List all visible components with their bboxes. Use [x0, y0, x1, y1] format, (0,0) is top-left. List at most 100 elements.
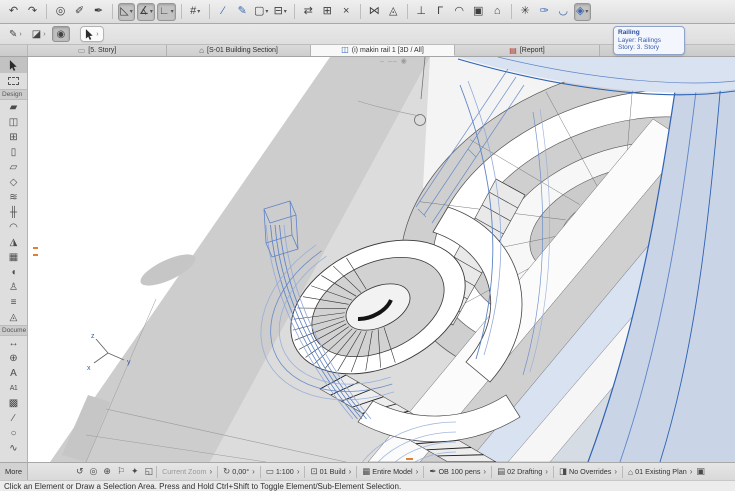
dimension-tool[interactable]: ↔	[0, 336, 27, 351]
toolbar-group: ∕✎▢▾⊟▾	[214, 3, 290, 21]
explode-button[interactable]: ✳	[517, 3, 534, 21]
element-info-tooltip: Railing Layer: Railings Story: 3. Story	[613, 26, 685, 55]
split-button[interactable]: ⋈	[366, 3, 383, 21]
lock-elements-button[interactable]: ⊟▾	[272, 3, 289, 21]
guide-line-button[interactable]: ∕	[215, 3, 232, 21]
label-tool[interactable]: A1	[0, 381, 27, 396]
snap-guides-button[interactable]: ◺▾	[118, 3, 135, 21]
3d-style-button[interactable]: ◈▾	[574, 3, 591, 21]
arrow-tool-button[interactable]: ›	[80, 26, 103, 42]
morph-smooth-button[interactable]: ◡	[555, 3, 572, 21]
structure-display-control[interactable]: ⊡01 Build›	[308, 466, 353, 477]
tab-report[interactable]: ▤[Report]	[455, 45, 600, 56]
markup-tools-button[interactable]: ✎›	[5, 26, 26, 42]
fit-in-window-icon[interactable]: ◱	[145, 467, 154, 476]
object-tool[interactable]: ♙	[0, 280, 27, 295]
tab-building-section[interactable]: ⌂[S-01 Building Section]	[167, 45, 311, 56]
curtain-wall-tool-icon: ▦	[9, 252, 18, 263]
arrow-tool[interactable]	[0, 57, 27, 73]
inject-parameters-button[interactable]: ✒	[90, 3, 107, 21]
rotation-control[interactable]: ↻0,00°›	[221, 466, 257, 477]
corner-tool-button[interactable]: Γ	[432, 3, 449, 21]
zoom-in-icon[interactable]: ⊕	[103, 467, 111, 476]
adjust-button[interactable]: ◬	[385, 3, 402, 21]
snap-construction-button[interactable]: ∟▾	[157, 3, 176, 21]
level-dimension-tool[interactable]: ⊕	[0, 351, 27, 366]
deselect-all-button[interactable]: ×	[338, 3, 355, 21]
layer-combination-label: 02 Drafting	[507, 467, 542, 476]
toolbox-more-button[interactable]: More	[0, 463, 28, 480]
bottombar-divider	[356, 466, 357, 478]
toolbar-separator	[112, 4, 113, 19]
partial-structure-control[interactable]: ▦Entire Model›	[360, 466, 420, 477]
move-transform-button[interactable]: ⇄	[300, 3, 317, 21]
scale-control[interactable]: ▭1:100›	[264, 466, 302, 477]
slab-tool[interactable]: ◇	[0, 175, 27, 190]
lock-elements-icon: ⊟	[274, 6, 283, 17]
curtain-wall-tool[interactable]: ▦	[0, 250, 27, 265]
mesh-tool-icon: ◮	[10, 237, 18, 248]
line-tool[interactable]: ∕	[0, 411, 27, 426]
door-tool[interactable]: ◫	[0, 115, 27, 130]
circle-tool[interactable]: ○	[0, 426, 27, 441]
paint-style-icon: ✑	[540, 6, 549, 17]
dropdown-caret-icon: ›	[96, 31, 98, 38]
beam-tool[interactable]: ▱	[0, 160, 27, 175]
toolbar-separator	[209, 4, 210, 19]
renovation-filter-control[interactable]: ⌂01 Existing Plan›	[626, 467, 694, 477]
figure-button[interactable]: ▣	[470, 3, 487, 21]
graphic-overrides-icon: ◨	[559, 466, 567, 477]
snap-points-button[interactable]: ∡▾	[137, 3, 155, 21]
zoom-box-icon[interactable]: ◎	[90, 467, 98, 476]
railing-tool[interactable]: ╫	[0, 205, 27, 220]
marquee-tool[interactable]	[0, 73, 27, 89]
fill-tool[interactable]: ▩	[0, 396, 27, 411]
undo-button[interactable]: ↶	[5, 3, 22, 21]
3d-model-drawing[interactable]: z x y	[28, 57, 735, 462]
pen-set-control[interactable]: ✒OB 100 pens›	[427, 466, 488, 477]
spline-tool[interactable]: ∿	[0, 441, 27, 456]
grid-snap-button[interactable]: #▾	[187, 3, 204, 21]
redo-button[interactable]: ↷	[24, 3, 41, 21]
sketch-pen-button[interactable]: ✎	[234, 3, 251, 21]
graphic-overrides-control[interactable]: ◨No Overrides›	[557, 466, 619, 477]
pan-icon[interactable]: ⚐	[117, 467, 125, 476]
skylight-tool[interactable]: ◖	[0, 265, 27, 280]
tab-5-story[interactable]: ▭[5. Story]	[28, 45, 167, 56]
marquee-options-button[interactable]: ▢▾	[253, 3, 270, 21]
current-zoom-control[interactable]: Current Zoom›	[160, 467, 214, 476]
3d-style-icon: ◈	[576, 6, 584, 17]
favorites-button[interactable]: ◪›	[28, 26, 50, 42]
walk-mode-icon[interactable]: ✦	[131, 467, 139, 476]
text-tool[interactable]: A	[0, 366, 27, 381]
line-tool-icon: ∕	[13, 413, 15, 424]
wall-tool[interactable]: ▰	[0, 100, 27, 115]
fit-to-slab-button[interactable]: ⊥	[413, 3, 430, 21]
mesh-tool[interactable]: ◮	[0, 235, 27, 250]
toolbar-group: ◎✐✒	[51, 3, 108, 21]
tab-overview-icon[interactable]: ▣	[696, 467, 705, 476]
shell-tool[interactable]: ◠	[0, 220, 27, 235]
morph-tool[interactable]: ◬	[0, 310, 27, 325]
dimension-tool-icon: ↔	[9, 338, 19, 349]
find-select-button[interactable]: ⊞	[319, 3, 336, 21]
paint-style-button[interactable]: ✑	[536, 3, 553, 21]
visibility-eye-indicator[interactable]: ‒ ‒‒ ◉	[380, 57, 408, 65]
adjust-icon: ◬	[389, 6, 397, 17]
stair-tool[interactable]: ≡	[0, 295, 27, 310]
column-tool[interactable]: ▯	[0, 145, 27, 160]
palette-marker-icon	[33, 247, 38, 249]
renovation-filter-label: 01 Existing Plan	[635, 467, 687, 476]
pick-up-parameters-button[interactable]: ✐	[71, 3, 88, 21]
polygon-edit-button[interactable]: ⌂	[489, 3, 506, 21]
fillet-arc-button[interactable]: ◠	[451, 3, 468, 21]
3d-viewport[interactable]: z x y ‒ ‒‒ ◉	[28, 57, 735, 462]
tab-3d-view[interactable]: ◫(i) makin rail 1 [3D / All]	[311, 45, 455, 56]
roof-tool[interactable]: ≋	[0, 190, 27, 205]
layer-combination-control[interactable]: ▤02 Drafting›	[495, 466, 550, 477]
orbit-button[interactable]: ◉	[52, 26, 71, 42]
window-tool[interactable]: ⊞	[0, 130, 27, 145]
zoom-back-icon[interactable]: ↺	[76, 467, 84, 476]
select-same-button[interactable]: ◎	[52, 3, 69, 21]
skylight-tool-icon: ◖	[10, 267, 16, 278]
